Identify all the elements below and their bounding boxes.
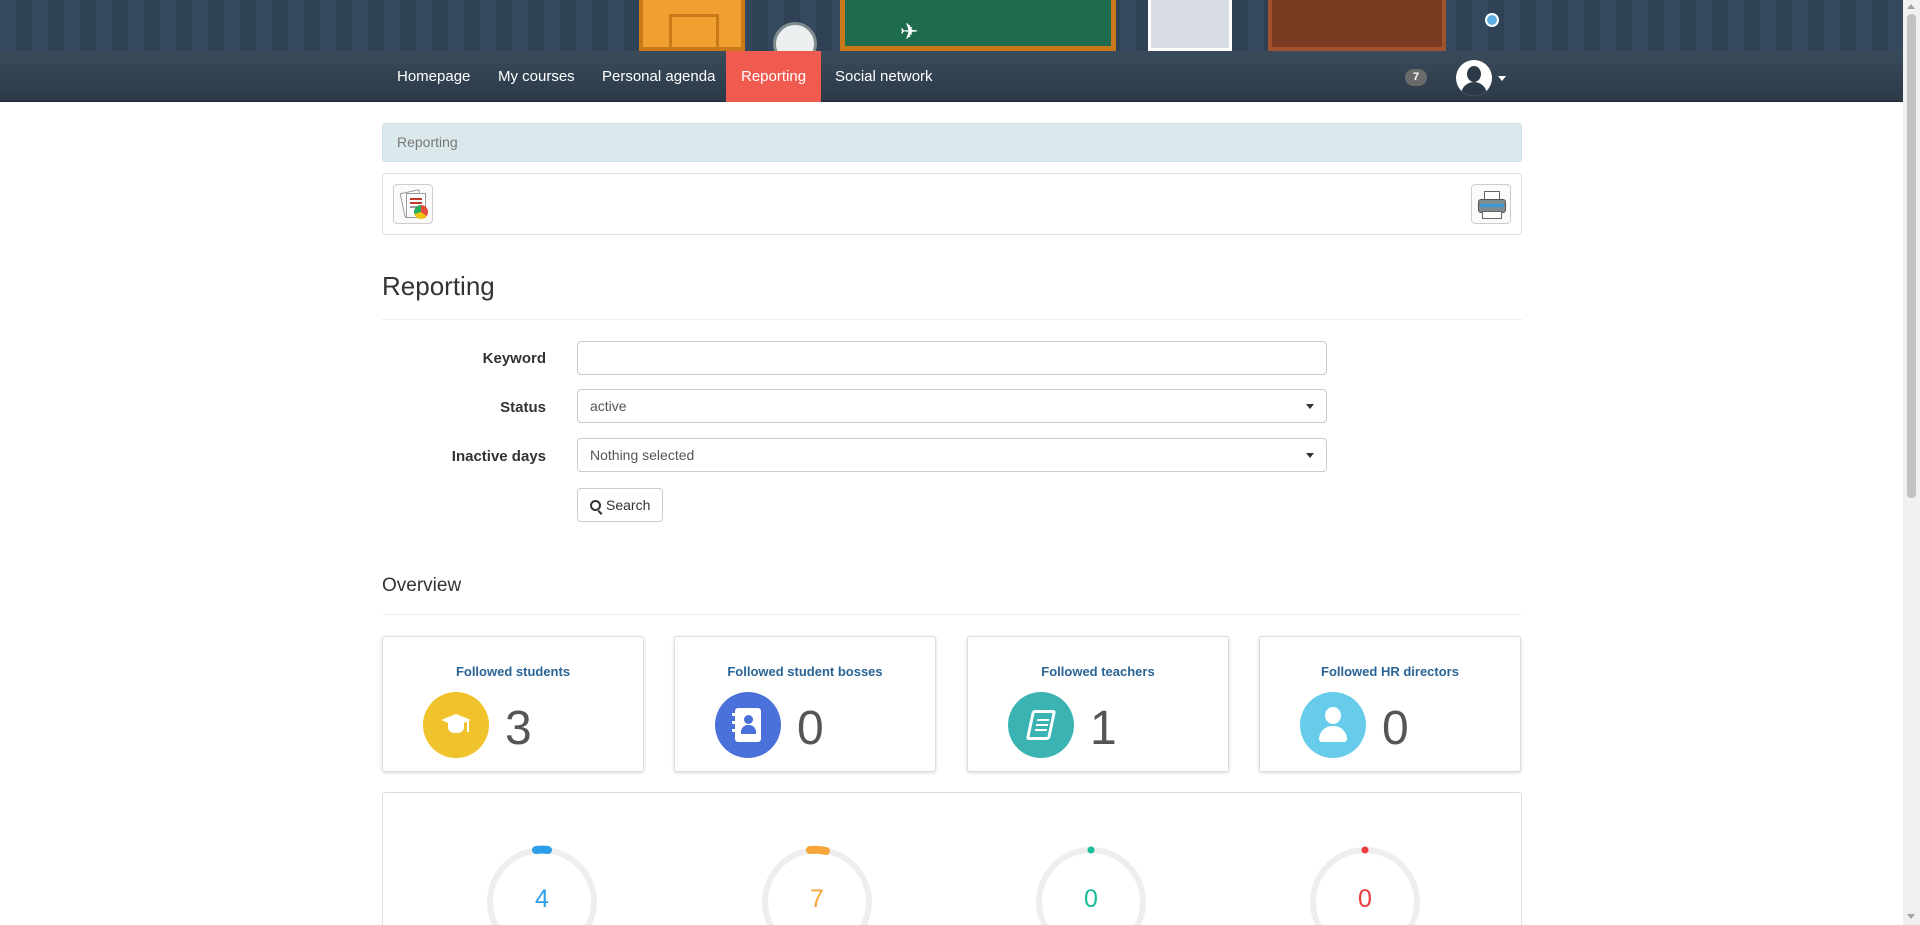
contact-book-icon	[715, 692, 781, 758]
user-icon	[1300, 692, 1366, 758]
title-divider	[382, 319, 1522, 320]
graduation-cap-icon	[423, 692, 489, 758]
status-label: Status	[500, 399, 546, 416]
main-navbar: Homepage My courses Personal agenda Repo…	[0, 51, 1903, 102]
scrollbar-thumb[interactable]	[1907, 14, 1916, 498]
banner-clock-illustration	[773, 22, 817, 51]
inactive-days-select-value: Nothing selected	[590, 447, 695, 463]
printer-icon[interactable]	[1471, 184, 1511, 224]
chevron-down-icon	[1306, 453, 1314, 458]
banner-chalkboard-illustration	[840, 0, 1116, 51]
stat-card-value: 3	[505, 702, 532, 755]
stat-card-value: 0	[797, 702, 824, 755]
scroll-up-arrow-icon[interactable]	[1907, 4, 1915, 9]
paper-plane-icon: ✈	[900, 20, 919, 45]
overview-title: Overview	[382, 575, 462, 596]
header-banner: ✈	[0, 0, 1903, 51]
banner-user-icon	[1485, 13, 1499, 27]
action-toolbar	[382, 173, 1522, 235]
gauges-panel: 4 7 0 0	[382, 792, 1522, 925]
nav-item-reporting[interactable]: Reporting	[726, 51, 822, 102]
user-avatar-icon[interactable]	[1456, 60, 1492, 96]
overview-divider	[382, 614, 1522, 615]
notification-badge[interactable]: 7	[1405, 69, 1427, 86]
chevron-down-icon	[1306, 404, 1314, 409]
reports-icon[interactable]	[393, 184, 433, 224]
gauge-2: 0	[1034, 845, 1148, 925]
status-select[interactable]: active	[577, 389, 1327, 423]
gauge-value: 0	[1084, 885, 1098, 913]
stat-card-value: 0	[1382, 702, 1409, 755]
search-button[interactable]: Search	[577, 488, 663, 522]
nav-item-my-courses[interactable]: My courses	[483, 51, 590, 102]
scroll-down-arrow-icon[interactable]	[1907, 914, 1915, 919]
nav-item-personal-agenda[interactable]: Personal agenda	[587, 51, 730, 102]
status-select-value: active	[590, 398, 627, 414]
stat-card-followed-students[interactable]: Followed students 3	[382, 636, 644, 772]
stat-card-title: Followed HR directors	[1321, 664, 1459, 679]
banner-door-illustration	[639, 0, 745, 51]
gauge-3: 0	[1308, 845, 1422, 925]
banner-poster-illustration	[1148, 0, 1232, 51]
chevron-down-icon[interactable]	[1498, 76, 1506, 81]
stat-card-title: Followed teachers	[1041, 664, 1155, 679]
search-button-label: Search	[606, 497, 651, 513]
gauge-0: 4	[485, 845, 599, 925]
search-icon	[590, 500, 601, 511]
page-title: Reporting	[382, 271, 495, 301]
stat-card-title: Followed student bosses	[727, 664, 883, 679]
banner-bookshelf-illustration	[1268, 0, 1446, 51]
gauge-value: 4	[535, 885, 549, 913]
page-scrollbar[interactable]	[1903, 0, 1920, 925]
gauge-1: 7	[760, 845, 874, 925]
breadcrumb-item-reporting: Reporting	[397, 134, 458, 150]
stat-card-value: 1	[1090, 702, 1117, 755]
stat-card-followed-hr-directors[interactable]: Followed HR directors 0	[1259, 636, 1521, 772]
keyword-label: Keyword	[482, 350, 546, 367]
book-icon	[1008, 692, 1074, 758]
stat-card-followed-student-bosses[interactable]: Followed student bosses 0	[674, 636, 936, 772]
inactive-days-label: Inactive days	[451, 448, 546, 465]
gauge-value: 7	[810, 885, 824, 913]
inactive-days-select[interactable]: Nothing selected	[577, 438, 1327, 472]
gauge-value: 0	[1358, 885, 1372, 913]
stat-card-title: Followed students	[455, 664, 571, 679]
breadcrumb: Reporting	[382, 123, 1522, 162]
stat-card-followed-teachers[interactable]: Followed teachers 1	[967, 636, 1229, 772]
nav-item-homepage[interactable]: Homepage	[382, 51, 485, 102]
keyword-input[interactable]	[577, 341, 1327, 375]
nav-item-social-network[interactable]: Social network	[820, 51, 948, 102]
